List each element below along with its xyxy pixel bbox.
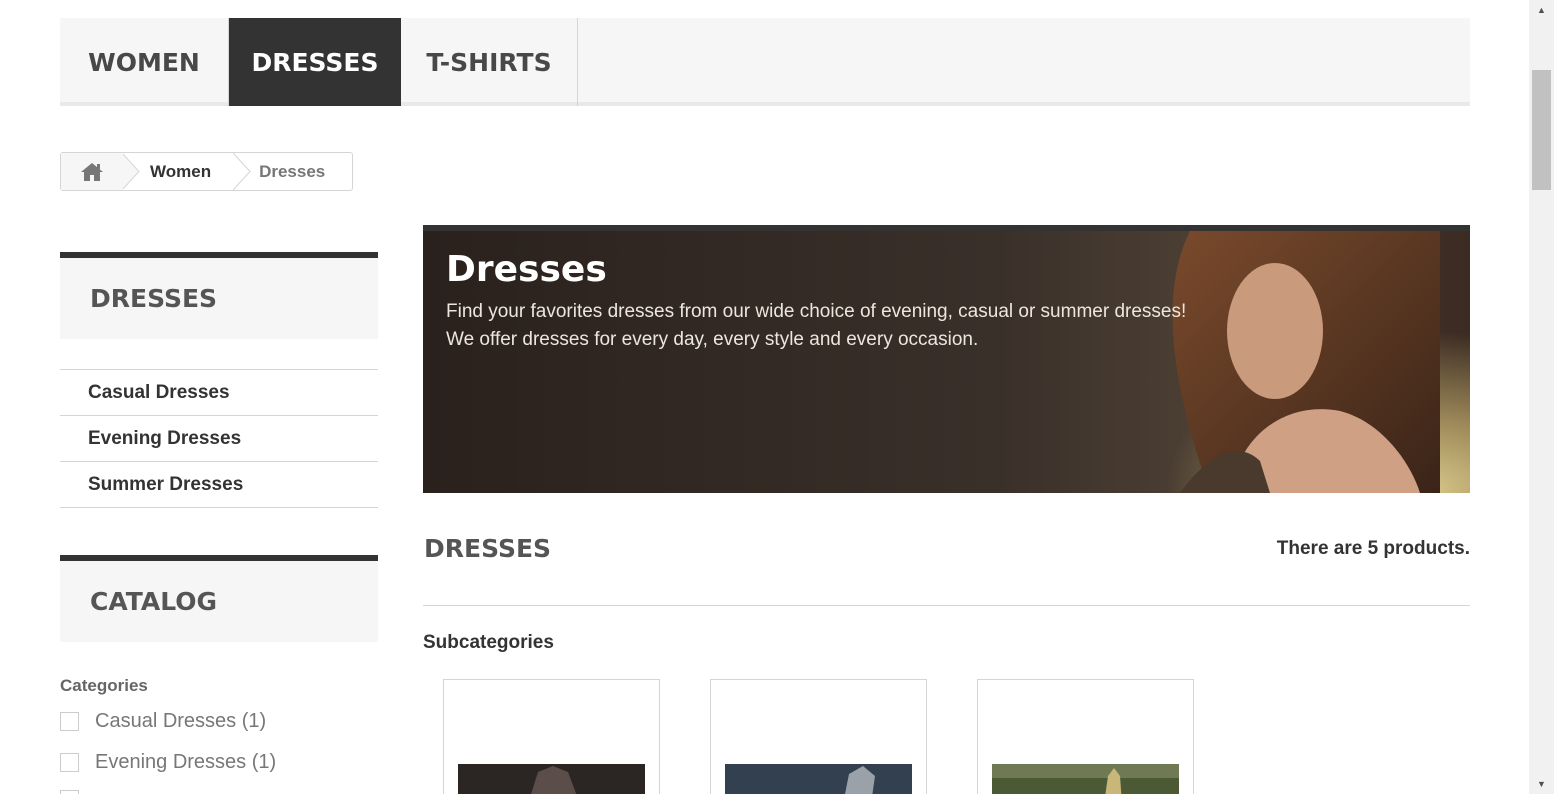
breadcrumb-dresses: Dresses bbox=[259, 161, 326, 181]
sidebar-item-casual-dresses[interactable]: Casual Dresses bbox=[60, 370, 378, 416]
tab-t-shirts[interactable]: T-SHIRTS bbox=[401, 18, 578, 106]
top-menu: WOMEN DRESSES T-SHIRTS bbox=[60, 18, 1470, 106]
page: WOMEN DRESSES T-SHIRTS Women Dresses DRE… bbox=[0, 0, 1529, 794]
checkbox[interactable] bbox=[60, 790, 79, 794]
subcategory-card-summer[interactable] bbox=[977, 679, 1194, 794]
sidebar-item-evening-dresses[interactable]: Evening Dresses bbox=[60, 416, 378, 462]
tab-women[interactable]: WOMEN bbox=[60, 18, 229, 106]
breadcrumb-home[interactable] bbox=[61, 153, 123, 190]
subcategory-image bbox=[725, 764, 912, 794]
scroll-up-arrow-icon[interactable]: ▲ bbox=[1529, 0, 1554, 20]
banner-description-line-2: We offer dresses for every day, every st… bbox=[446, 329, 979, 350]
filter-categories-label: Categories bbox=[60, 676, 148, 695]
scrollbar-thumb[interactable] bbox=[1532, 70, 1551, 190]
sidebar-item-summer-dresses[interactable]: Summer Dresses bbox=[60, 462, 378, 508]
breadcrumb-separator bbox=[233, 153, 251, 190]
scroll-down-arrow-icon[interactable]: ▼ bbox=[1529, 774, 1554, 794]
product-count: There are 5 products. bbox=[1276, 538, 1470, 559]
category-block-title: DRESSES bbox=[60, 252, 378, 339]
vertical-scrollbar[interactable]: ▲ ▼ bbox=[1529, 0, 1554, 794]
filter-label: Casual Dresses (1) bbox=[95, 710, 267, 732]
home-icon bbox=[81, 162, 103, 181]
filter-evening-dresses[interactable]: Evening Dresses (1) bbox=[60, 751, 276, 774]
catalog-block-title: CATALOG bbox=[60, 555, 378, 642]
breadcrumb: Women Dresses bbox=[60, 152, 353, 191]
filter-next[interactable] bbox=[60, 790, 95, 794]
category-heading-row: DRESSES There are 5 products. bbox=[423, 530, 1470, 606]
subcategory-card-evening[interactable] bbox=[710, 679, 927, 794]
banner-title: Dresses bbox=[446, 249, 607, 290]
filter-casual-dresses[interactable]: Casual Dresses (1) bbox=[60, 710, 266, 733]
checkbox[interactable] bbox=[60, 712, 79, 731]
breadcrumb-separator bbox=[122, 153, 140, 190]
subcategory-image bbox=[992, 764, 1179, 794]
subcategory-list: Casual Dresses Evening Dresses Summer Dr… bbox=[60, 369, 378, 508]
filter-label: Evening Dresses (1) bbox=[95, 751, 277, 773]
subcategory-image bbox=[458, 764, 645, 794]
subcategories-title: Subcategories bbox=[423, 632, 554, 653]
subcategory-card-casual[interactable] bbox=[443, 679, 660, 794]
model-photo bbox=[1172, 231, 1440, 493]
category-banner: Dresses Find your favorites dresses from… bbox=[423, 225, 1470, 493]
checkbox[interactable] bbox=[60, 753, 79, 772]
breadcrumb-women[interactable]: Women bbox=[150, 162, 211, 182]
tab-dresses[interactable]: DRESSES bbox=[229, 18, 401, 106]
category-heading: DRESSES bbox=[424, 534, 552, 563]
banner-description-line-1: Find your favorites dresses from our wid… bbox=[446, 301, 1187, 322]
